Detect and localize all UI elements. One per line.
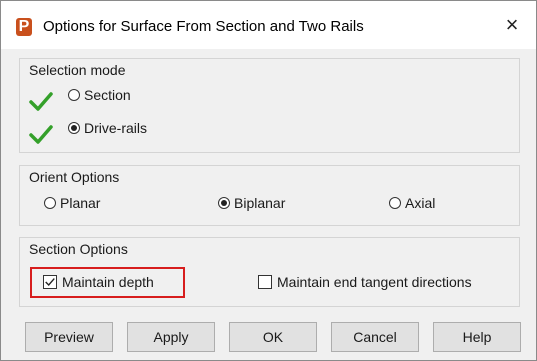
orient-options-label: Orient Options <box>29 169 120 185</box>
checkmark-icon <box>45 278 55 287</box>
green-check-icon <box>29 125 53 144</box>
close-button[interactable]: × <box>498 12 526 38</box>
options-dialog: P Options for Surface From Section and T… <box>0 0 537 361</box>
maintain-depth-checkbox[interactable]: Maintain depth <box>43 274 154 290</box>
radio-biplanar[interactable]: Biplanar <box>218 195 285 211</box>
help-button[interactable]: Help <box>433 322 521 352</box>
radio-axial[interactable]: Axial <box>389 195 435 211</box>
selection-mode-label: Selection mode <box>29 62 126 78</box>
maintain-tangent-label: Maintain end tangent directions <box>277 274 472 290</box>
radio-circle-selected[interactable] <box>218 197 230 209</box>
radio-drive-rails[interactable]: Drive-rails <box>68 120 147 136</box>
radio-section[interactable]: Section <box>68 87 131 103</box>
maintain-depth-label: Maintain depth <box>62 274 154 290</box>
radio-axial-label: Axial <box>405 195 436 211</box>
radio-planar[interactable]: Planar <box>44 195 100 211</box>
ok-button[interactable]: OK <box>229 322 317 352</box>
app-logo-icon: P <box>16 18 32 36</box>
checkbox-box-checked[interactable] <box>43 275 57 289</box>
apply-button[interactable]: Apply <box>127 322 215 352</box>
radio-section-label: Section <box>84 87 131 103</box>
radio-circle[interactable] <box>68 89 80 101</box>
radio-drive-rails-label: Drive-rails <box>84 120 147 136</box>
maintain-tangent-checkbox[interactable]: Maintain end tangent directions <box>258 274 472 290</box>
preview-button[interactable]: Preview <box>25 322 113 352</box>
radio-circle-selected[interactable] <box>68 122 80 134</box>
radio-biplanar-label: Biplanar <box>234 195 286 211</box>
radio-planar-label: Planar <box>60 195 101 211</box>
title-bar: P Options for Surface From Section and T… <box>1 1 536 49</box>
radio-circle[interactable] <box>44 197 56 209</box>
section-options-label: Section Options <box>29 241 128 257</box>
window-title: Options for Surface From Section and Two… <box>43 18 364 35</box>
cancel-button[interactable]: Cancel <box>331 322 419 352</box>
green-check-icon <box>29 92 53 111</box>
checkbox-box[interactable] <box>258 275 272 289</box>
radio-circle[interactable] <box>389 197 401 209</box>
